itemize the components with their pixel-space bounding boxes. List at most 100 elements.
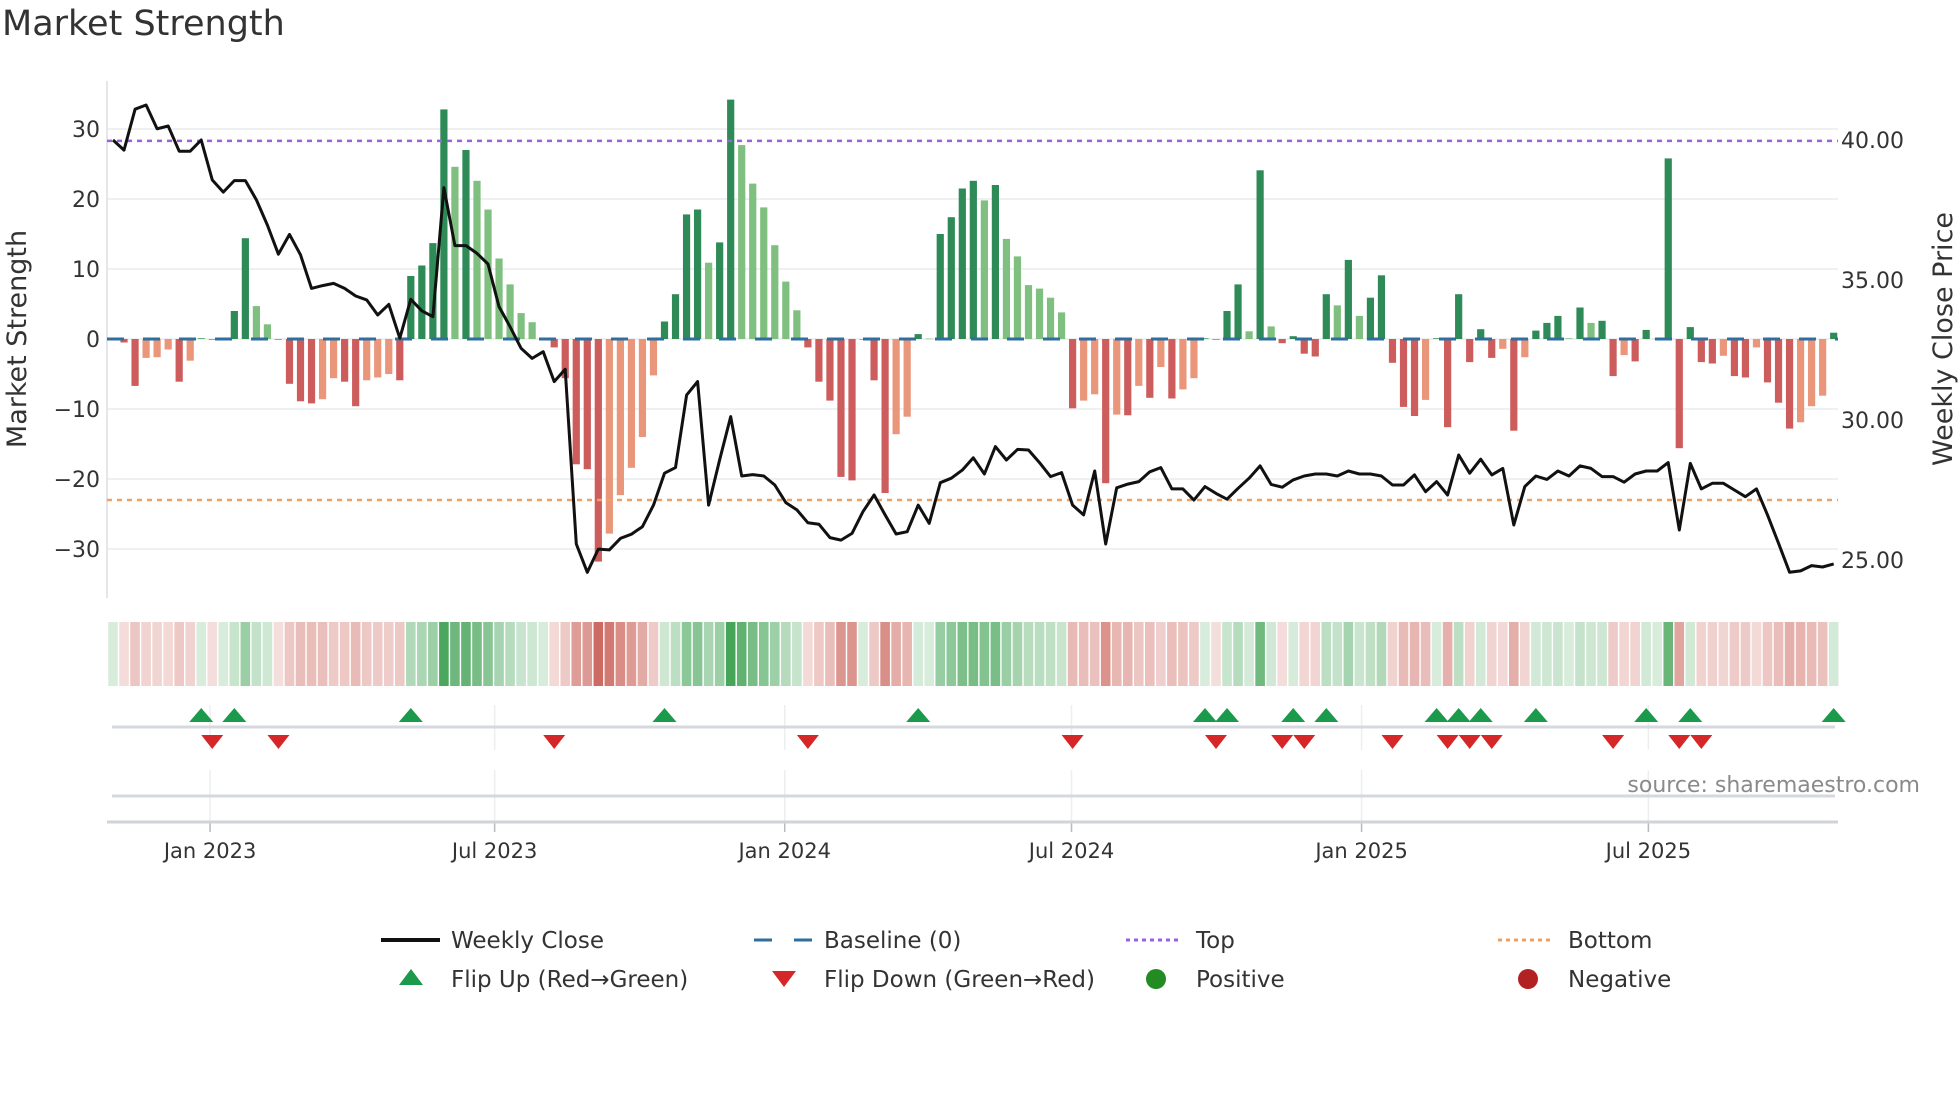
- heatmap-cell: [317, 622, 328, 686]
- strength-bar: [881, 339, 889, 493]
- heatmap-cell: [1531, 622, 1541, 686]
- heatmap-cell: [902, 622, 912, 686]
- strength-bar: [528, 322, 536, 339]
- strength-bar: [1631, 339, 1639, 362]
- strength-bar: [903, 339, 911, 417]
- heatmap-cell: [394, 622, 405, 686]
- strength-bar: [693, 209, 702, 339]
- heatmap-cell: [1376, 622, 1387, 686]
- strength-bar: [374, 339, 382, 378]
- y-tick-label: 0: [86, 328, 100, 353]
- heatmap-cell: [1751, 622, 1762, 686]
- heatmap-cell: [571, 622, 582, 686]
- y-tick-label: −20: [54, 468, 100, 493]
- strength-bar: [451, 166, 459, 339]
- strength-bar: [716, 242, 724, 339]
- strength-bar: [1455, 294, 1463, 339]
- legend-item-negative: Negative: [1518, 967, 1671, 993]
- strength-bar: [616, 339, 624, 496]
- x-tick-label: Jul 2025: [1604, 839, 1691, 863]
- heatmap-cell: [516, 622, 526, 686]
- heatmap-cell: [1189, 622, 1199, 686]
- heatmap-cell: [163, 622, 173, 686]
- y-tick-label: 30: [72, 118, 100, 143]
- heatmap-cell: [1222, 622, 1232, 686]
- strength-bar: [385, 339, 393, 374]
- heatmap-cell: [1553, 622, 1563, 686]
- heatmap-cell: [1266, 622, 1276, 686]
- strength-bar: [991, 185, 999, 339]
- strength-bar: [142, 339, 150, 358]
- heatmap-cell: [1332, 622, 1343, 686]
- strength-bar: [1179, 339, 1187, 390]
- y2-tick-label: 35.00: [1841, 269, 1904, 294]
- strength-bar: [1808, 339, 1816, 407]
- heatmap-cell: [350, 622, 361, 686]
- flip-up-marker: [1678, 708, 1703, 722]
- heatmap-cell: [1244, 622, 1254, 686]
- flip-down-marker: [1381, 735, 1404, 749]
- y-tick-label: 10: [72, 258, 100, 283]
- strength-bar: [1135, 339, 1143, 386]
- heatmap-cell: [1431, 622, 1442, 686]
- heatmap-cell: [560, 622, 571, 686]
- y2-tick-label: 25.00: [1841, 549, 1904, 574]
- strength-bar: [1763, 339, 1772, 383]
- strength-bar: [936, 234, 944, 339]
- heatmap-cell: [1762, 622, 1773, 686]
- strength-bar: [649, 339, 658, 376]
- strength-bar: [705, 262, 713, 339]
- heatmap-cell: [847, 622, 857, 686]
- heatmap-cell: [725, 622, 736, 686]
- heatmap-cell: [494, 622, 504, 686]
- heatmap-cell: [262, 622, 273, 686]
- strength-bar: [197, 338, 205, 339]
- heatmap-cell: [1288, 622, 1299, 686]
- strength-bar: [1741, 339, 1750, 378]
- heatmap-cell: [1806, 622, 1817, 686]
- heatmap-cell: [1619, 622, 1629, 686]
- heatmap-cell: [1321, 622, 1332, 686]
- strength-bar: [352, 339, 360, 407]
- strength-bar: [1091, 339, 1099, 395]
- strength-bar: [1168, 339, 1176, 399]
- legend-label: Negative: [1568, 967, 1671, 993]
- heatmap-cell: [229, 622, 240, 686]
- strength-bar: [330, 339, 338, 379]
- strength-bar: [1124, 339, 1132, 416]
- heatmap-cell: [1718, 622, 1729, 686]
- strength-bar: [296, 339, 305, 402]
- heatmap-cell: [273, 622, 284, 686]
- flip-up-marker: [652, 708, 677, 722]
- legend-label: Flip Up (Red→Green): [451, 967, 688, 993]
- flip-down-marker: [1668, 735, 1691, 749]
- heatmap-cell: [328, 622, 339, 686]
- heatmap-cell: [758, 622, 769, 686]
- heatmap-cell: [1740, 622, 1751, 686]
- heatmap-cell: [428, 622, 438, 686]
- heatmap-cell: [174, 622, 184, 686]
- heatmap-cell: [1597, 622, 1607, 686]
- strength-bar: [638, 339, 647, 437]
- heatmap-cell: [935, 622, 946, 686]
- strength-bar: [682, 214, 691, 339]
- heatmap-cell: [1387, 622, 1398, 686]
- heatmap-cell: [1685, 622, 1696, 686]
- strength-bar: [1410, 339, 1419, 416]
- strength-bar: [572, 339, 580, 465]
- strength-bar: [1013, 256, 1022, 339]
- market-strength-chart: 30 20 10 0 −10 −20 −30 40.00 35.00 30.00 25.00 Mark…: [2, 81, 1959, 993]
- heatmap-cell: [450, 622, 460, 686]
- strength-bar: [473, 180, 481, 339]
- heatmap-cell: [1277, 622, 1287, 686]
- heatmap-cell: [1674, 622, 1685, 686]
- strength-bar: [1774, 339, 1783, 403]
- strength-bar: [782, 281, 790, 339]
- x-tick-label: Jan 2025: [1313, 839, 1408, 863]
- heatmap-cell: [549, 622, 559, 686]
- strength-bar: [1366, 297, 1375, 339]
- heatmap-cell: [472, 622, 482, 686]
- strength-bar: [252, 306, 260, 339]
- strength-bar: [583, 339, 591, 470]
- flip-down-marker: [796, 735, 819, 749]
